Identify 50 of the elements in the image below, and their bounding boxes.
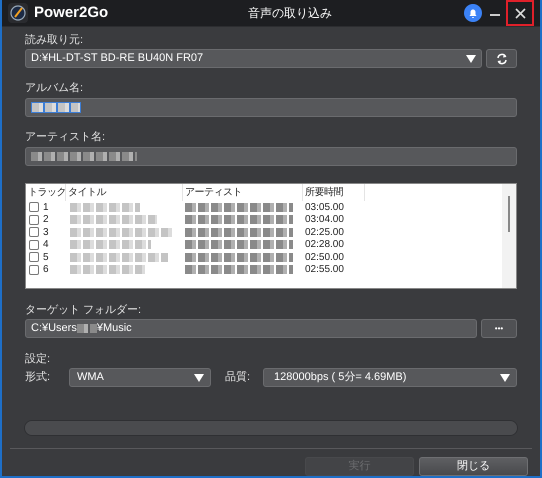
duration-cell-text: 02:28.00 <box>304 238 344 252</box>
source-dropdown[interactable]: D:¥HL-DT-ST BD-RE BU40N FR07 <box>25 49 482 68</box>
checkbox[interactable] <box>29 240 39 250</box>
caret-icon <box>466 54 476 62</box>
window-title: 音声の取り込み <box>248 5 332 22</box>
browse-button[interactable]: ••• <box>481 319 517 338</box>
checkbox[interactable] <box>29 202 39 212</box>
duration-cell-text: 02:25.00 <box>304 226 344 240</box>
dialog-button[interactable]: 閉じる <box>419 457 528 476</box>
column-header[interactable]: トラック <box>26 184 66 201</box>
track-number: 6 <box>43 263 49 278</box>
column-header[interactable]: 所要時間 <box>303 184 365 201</box>
scrollbar[interactable] <box>502 184 516 288</box>
caret-icon <box>500 374 510 382</box>
duration-cell-text: 03:04.00 <box>304 213 344 228</box>
field-label: アルバム名: <box>25 81 84 95</box>
track-number: 5 <box>43 250 49 265</box>
refresh-icon <box>496 52 508 64</box>
app-name: Power2Go <box>34 2 108 23</box>
field-label: ターゲット フォルダー: <box>25 303 142 317</box>
field-label: 設定: <box>25 352 52 366</box>
album-field[interactable] <box>25 98 517 117</box>
checkbox[interactable] <box>29 227 39 238</box>
close-icon <box>514 8 526 18</box>
bell-icon[interactable] <box>464 4 482 22</box>
field-label: 読み取り元: <box>25 33 84 47</box>
track-number: 2 <box>43 213 49 228</box>
redacted-text <box>76 324 97 333</box>
caret-icon <box>194 374 204 382</box>
refresh-button[interactable] <box>486 49 517 68</box>
checkbox[interactable] <box>29 252 39 262</box>
close-button[interactable] <box>506 0 534 26</box>
duration-cell-text: 03:05.00 <box>304 200 344 215</box>
duration-cell-text: 02:50.00 <box>304 250 344 265</box>
track-number: 1 <box>43 200 49 215</box>
column-header[interactable]: タイトル <box>66 184 183 201</box>
checkbox[interactable] <box>29 214 39 225</box>
folder-field[interactable]: C:¥Users ¥Music <box>25 319 477 338</box>
checkbox[interactable] <box>29 264 39 275</box>
duration-cell-text: 02:55.00 <box>304 263 344 278</box>
artist-field[interactable] <box>25 147 517 166</box>
speedometer-icon <box>8 3 28 23</box>
field-label: 品質: <box>225 370 252 386</box>
track-number: 4 <box>43 238 49 252</box>
track-number: 3 <box>43 226 49 240</box>
quality-dropdown[interactable]: 128000bps ( 5分= 4.69MB) <box>263 368 517 387</box>
field-label: アーティスト名: <box>25 130 106 144</box>
field-label: 形式: <box>25 370 52 386</box>
format-dropdown[interactable]: WMA <box>69 368 211 387</box>
column-header[interactable]: アーティスト <box>183 184 303 201</box>
